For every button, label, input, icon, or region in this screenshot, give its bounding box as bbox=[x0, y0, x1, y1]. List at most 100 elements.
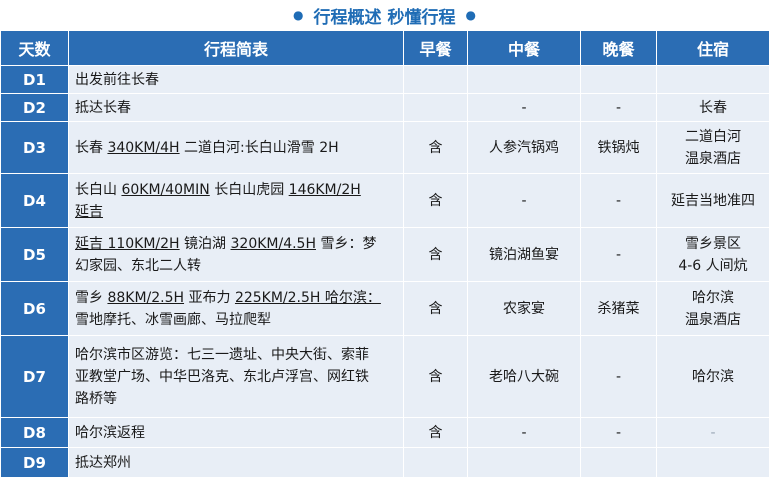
route-segment: 抵达郑州 bbox=[75, 454, 131, 471]
route-segment: 雪乡 bbox=[75, 289, 108, 306]
hotel-text: 二道白河 bbox=[685, 128, 741, 145]
route-segment: 雪乡：梦 bbox=[316, 235, 377, 252]
lunch-cell bbox=[467, 65, 581, 94]
dinner-cell: - bbox=[580, 335, 657, 418]
dinner-text: - bbox=[615, 246, 622, 263]
header-hotel: 住宿 bbox=[656, 30, 769, 66]
breakfast-text: 含 bbox=[428, 192, 443, 209]
breakfast-cell: 含 bbox=[403, 227, 468, 282]
lunch-cell: 农家宴 bbox=[467, 281, 581, 336]
table-row: D6 雪乡 88KM/2.5H 亚布力 225KM/2.5H 哈尔滨： 雪地摩托、冰… bbox=[0, 281, 769, 336]
header-day: 天数 bbox=[0, 30, 69, 66]
table-header-row: 天数 行程简表 早餐 中餐 晚餐 住宿 bbox=[0, 30, 769, 66]
table-row: D9 抵达郑州 bbox=[0, 447, 769, 478]
hotel-text: 温泉酒店 bbox=[685, 311, 741, 328]
hotel-text: 4-6 人间炕 bbox=[678, 257, 748, 274]
route-segment: 320KM/4.5H bbox=[230, 235, 317, 252]
dinner-text: - bbox=[615, 424, 622, 441]
table-row: D3 长春 340KM/4H 二道白河:长白山滑雪 2H 含人参汽锅鸡 铁锅炖 二道白河… bbox=[0, 121, 769, 174]
itinerary-table: 天数 行程简表 早餐 中餐 晚餐 住宿 D1 出发前往长春 D2 抵达长春 - - 长春 D3… bbox=[0, 30, 769, 478]
day-cell: D9 bbox=[0, 447, 69, 478]
section-title: ● 行程概述 秒懂行程 ● bbox=[0, 0, 769, 30]
day-cell: D1 bbox=[0, 65, 69, 94]
table-row: D8 哈尔滨返程 含 - - - bbox=[0, 417, 769, 448]
breakfast-cell bbox=[403, 93, 468, 122]
breakfast-text: 含 bbox=[428, 424, 443, 441]
header-dinner: 晚餐 bbox=[580, 30, 657, 66]
route-segment: 哈尔滨返程 bbox=[75, 424, 145, 441]
route-segment: 长春 bbox=[75, 139, 108, 156]
lunch-text: - bbox=[521, 424, 527, 441]
breakfast-text: 含 bbox=[428, 368, 443, 385]
route-segment: 长白山虎园 bbox=[209, 181, 289, 198]
table-row: D5 延吉 110KM/2H 镜泊湖 320KM/4.5H 雪乡：梦 幻家园、东北二… bbox=[0, 227, 769, 282]
route-segment: 雪地摩托、冰雪画廊、马拉爬犁 bbox=[75, 311, 271, 328]
dinner-cell: - bbox=[580, 227, 657, 282]
breakfast-cell: 含 bbox=[403, 335, 468, 418]
table-row: D2 抵达长春 - - 长春 bbox=[0, 93, 769, 122]
hotel-cell: 延吉当地准四 bbox=[656, 173, 769, 228]
breakfast-text: 含 bbox=[428, 300, 443, 317]
route-segment: 340KM/4H bbox=[107, 139, 180, 156]
route-segment: 88KM/2.5H bbox=[107, 289, 185, 306]
route-segment: 镜泊湖 bbox=[179, 235, 231, 252]
breakfast-text: 含 bbox=[428, 139, 443, 156]
route-segment: 亚教堂广场、中华巴洛克、东北卢浮宫、网红铁 bbox=[75, 368, 369, 385]
lunch-text: 老哈八大碗 bbox=[489, 368, 559, 385]
lunch-cell: - bbox=[467, 93, 581, 122]
route-segment: 路桥等 bbox=[75, 390, 117, 407]
header-route: 行程简表 bbox=[68, 30, 404, 66]
dinner-cell: 铁锅炖 bbox=[580, 121, 657, 174]
lunch-text: 人参汽锅鸡 bbox=[489, 139, 559, 156]
breakfast-cell: 含 bbox=[403, 281, 468, 336]
dinner-text: - bbox=[615, 99, 622, 116]
hotel-cell bbox=[656, 65, 769, 94]
title-dot-right: ● bbox=[465, 8, 476, 22]
lunch-cell: 镜泊湖鱼宴 bbox=[467, 227, 581, 282]
hotel-text: - bbox=[710, 424, 716, 441]
table-row: D7 哈尔滨市区游览：七三一遗址、中央大街、索菲 亚教堂广场、中华巴洛克、东北卢浮宫… bbox=[0, 335, 769, 418]
hotel-cell: 长春 bbox=[656, 93, 769, 122]
table-body: D1 出发前往长春 D2 抵达长春 - - 长春 D3 长春 340KM/4H 二道白河:长白山… bbox=[0, 65, 769, 478]
route-cell: 长白山 60KM/40MIN 长白山虎园 146KM/2H 延吉 bbox=[68, 173, 404, 228]
route-segment: 哈尔滨市区游览：七三一遗址、中央大街、索菲 bbox=[75, 346, 369, 363]
route-cell: 长春 340KM/4H 二道白河:长白山滑雪 2H bbox=[68, 121, 404, 174]
dinner-cell bbox=[580, 447, 657, 478]
hotel-text: 温泉酒店 bbox=[685, 150, 741, 167]
title-text: 行程概述 秒懂行程 bbox=[313, 7, 456, 28]
day-cell: D6 bbox=[0, 281, 69, 336]
day-cell: D2 bbox=[0, 93, 69, 122]
route-segment: 亚布力 bbox=[184, 289, 235, 306]
route-segment: 225KM/2.5H bbox=[234, 289, 321, 306]
breakfast-cell bbox=[403, 447, 468, 478]
dinner-cell: - bbox=[580, 173, 657, 228]
day-cell: D4 bbox=[0, 173, 69, 228]
itinerary-page: ● 行程概述 秒懂行程 ● 天数 行程简表 早餐 中餐 晚餐 住宿 D1 出发前往… bbox=[0, 0, 769, 484]
route-segment: 幻家园、东北二人转 bbox=[75, 257, 201, 274]
hotel-cell: 雪乡景区 4-6 人间炕 bbox=[656, 227, 769, 282]
hotel-text: 雪乡景区 bbox=[685, 235, 741, 252]
route-cell: 雪乡 88KM/2.5H 亚布力 225KM/2.5H 哈尔滨： 雪地摩托、冰雪画… bbox=[68, 281, 404, 336]
breakfast-cell: 含 bbox=[403, 121, 468, 174]
hotel-text: 长春 bbox=[699, 99, 727, 116]
dinner-cell: - bbox=[580, 417, 657, 448]
dinner-text: - bbox=[615, 192, 622, 209]
header-lunch: 中餐 bbox=[467, 30, 581, 66]
route-segment: 二道白河:长白山滑雪 2H bbox=[179, 139, 339, 156]
route-segment: 抵达长春 bbox=[75, 99, 131, 116]
table-row: D1 出发前往长春 bbox=[0, 65, 769, 94]
dinner-text: 杀猪菜 bbox=[597, 300, 640, 317]
title-dot-left: ● bbox=[293, 8, 304, 22]
route-cell: 出发前往长春 bbox=[68, 65, 404, 94]
hotel-cell bbox=[656, 447, 769, 478]
hotel-cell: - bbox=[656, 417, 769, 448]
dinner-cell bbox=[580, 65, 657, 94]
route-cell: 哈尔滨返程 bbox=[68, 417, 404, 448]
hotel-cell: 二道白河 温泉酒店 bbox=[656, 121, 769, 174]
hotel-cell: 哈尔滨 温泉酒店 bbox=[656, 281, 769, 336]
route-segment: 146KM/2H bbox=[288, 181, 361, 198]
header-breakfast: 早餐 bbox=[403, 30, 468, 66]
day-cell: D7 bbox=[0, 335, 69, 418]
dinner-text: - bbox=[615, 368, 622, 385]
route-segment: 长白山 bbox=[75, 181, 122, 198]
